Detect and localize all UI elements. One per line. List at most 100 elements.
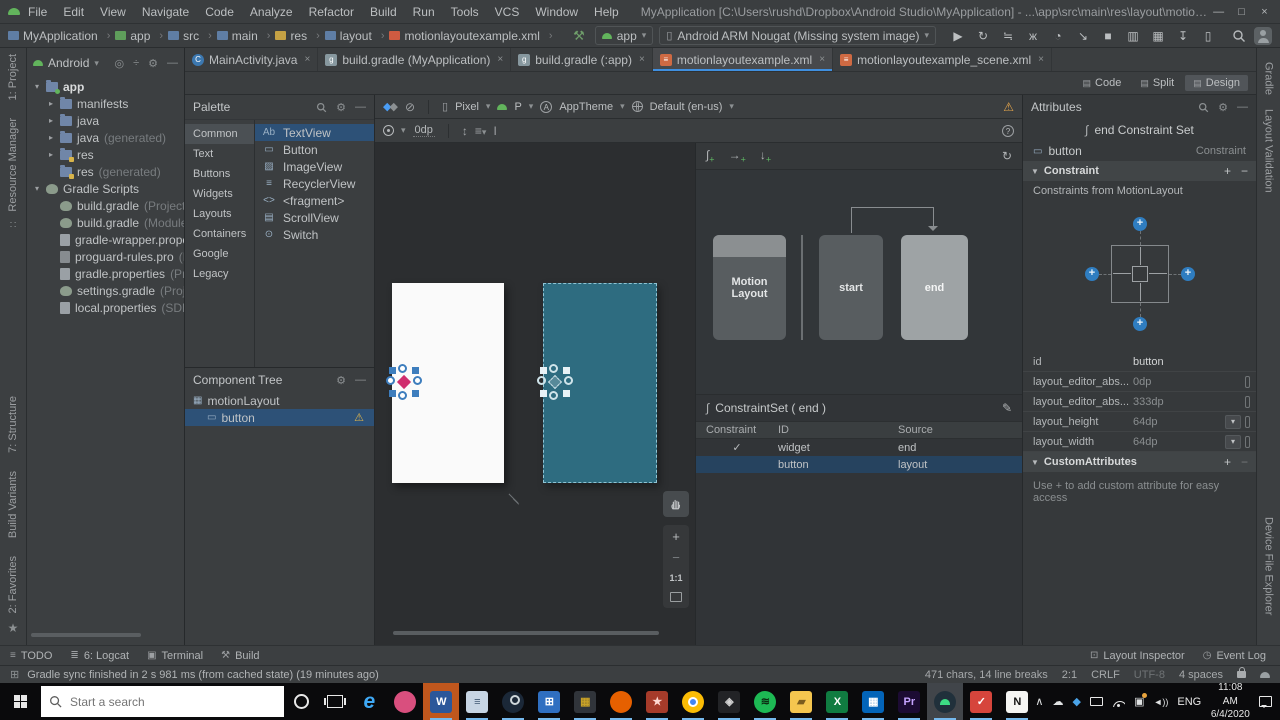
menu-item[interactable]: Code: [197, 5, 242, 19]
firefox-icon[interactable]: [603, 683, 639, 720]
menu-item[interactable]: VCS: [487, 5, 528, 19]
project-tree-item[interactable]: build.gradle (Project: MyApplication): [27, 197, 184, 214]
tool-window-button[interactable]: ◷ Event Log: [1203, 650, 1266, 662]
word-icon[interactable]: W: [423, 683, 460, 720]
project-tree-item[interactable]: ▾ Gradle Scripts: [27, 180, 184, 197]
project-tree-item[interactable]: settings.gradle (Project Settings): [27, 282, 184, 299]
tool-window-button[interactable]: 2: Favorites: [7, 556, 19, 613]
apply-changes-icon[interactable]: ↻: [975, 29, 991, 43]
project-tree-item[interactable]: ▸ manifests: [27, 95, 184, 112]
calculator-icon[interactable]: ⊞: [531, 683, 567, 720]
pick-resource-icon[interactable]: [1245, 415, 1250, 428]
pack-icon[interactable]: I: [493, 124, 496, 138]
search-everywhere-icon[interactable]: [1232, 29, 1246, 43]
palette-category[interactable]: Common: [185, 124, 254, 144]
project-tree-item[interactable]: res (generated): [27, 163, 184, 180]
expand-arrow-icon[interactable]: ▸: [49, 150, 60, 159]
user-avatar[interactable]: [1254, 26, 1272, 45]
minimize-button[interactable]: —: [1207, 6, 1230, 18]
project-tree-item[interactable]: gradle.properties (Project Properties): [27, 265, 184, 282]
attribute-value[interactable]: 64dp: [1133, 416, 1225, 428]
avd-manager-icon[interactable]: ▦: [1150, 29, 1166, 43]
selected-button-widget[interactable]: [386, 364, 422, 400]
create-click-handler-button[interactable]: ↓+: [760, 148, 771, 164]
tool-window-button[interactable]: 1: Project: [7, 54, 19, 100]
remove-custom-attribute-icon[interactable]: −: [1241, 455, 1248, 469]
notion-icon[interactable]: N: [999, 683, 1035, 720]
layout_width-icon[interactable]: layout_width 64dp ▾: [1023, 432, 1256, 452]
project-tree-item[interactable]: build.gradle (Module: app): [27, 214, 184, 231]
palette-item[interactable]: ≡ RecyclerView: [255, 175, 374, 192]
taskbar-clock[interactable]: 11:08 AM 6/4/2020: [1210, 681, 1250, 720]
attribute-value[interactable]: button: [1133, 356, 1225, 368]
palette-category[interactable]: Legacy: [185, 264, 254, 284]
project-tree-item[interactable]: local.properties (SDK Location): [27, 299, 184, 316]
dropbox-icon[interactable]: ◆: [1072, 695, 1080, 708]
gear-icon[interactable]: ⚙: [336, 374, 346, 387]
steam-icon[interactable]: [495, 683, 531, 720]
tool-window-button[interactable]: Build Variants: [7, 471, 19, 538]
tool-window-button[interactable]: ≡ TODO: [10, 650, 52, 662]
warning-icon[interactable]: ⚠: [1003, 100, 1014, 114]
warning-icon[interactable]: ⚠: [354, 411, 364, 424]
menu-item[interactable]: Window: [527, 5, 586, 19]
palette-item[interactable]: ⊙ Switch: [255, 226, 374, 243]
layout_height-icon[interactable]: layout_height 64dp ▾: [1023, 412, 1256, 432]
add-top-constraint-icon[interactable]: +: [1133, 217, 1147, 231]
build-hammer-icon[interactable]: ⚒: [573, 28, 585, 44]
menu-item[interactable]: Edit: [55, 5, 92, 19]
device-menu[interactable]: Pixel: [455, 101, 479, 113]
run-config-selector[interactable]: app ▾: [594, 26, 654, 45]
breadcrumb-item[interactable]: src ›: [168, 29, 217, 43]
palette-category[interactable]: Containers: [185, 224, 254, 244]
constraint-set-card[interactable]: end: [901, 235, 968, 340]
dropdown-icon[interactable]: ▾: [1225, 434, 1241, 449]
project-tree-item[interactable]: ▾ app: [27, 78, 184, 95]
guidelines-icon[interactable]: ↕: [462, 124, 468, 138]
chrome-icon[interactable]: [675, 683, 711, 720]
project-tree-item[interactable]: ▸ res: [27, 146, 184, 163]
action-center-icon[interactable]: [1259, 696, 1273, 708]
design-canvas[interactable]: + − 1:1: [375, 143, 695, 645]
sdk-manager-icon[interactable]: ↧: [1175, 29, 1191, 43]
video-editor-icon[interactable]: ▦: [567, 683, 603, 720]
editor-mode-button[interactable]: ▤ Split: [1132, 75, 1182, 91]
pick-resource-icon[interactable]: [1245, 395, 1250, 408]
menu-item[interactable]: Help: [586, 5, 627, 19]
calendar-icon[interactable]: ▦: [855, 683, 891, 720]
attach-debugger-icon[interactable]: ↘: [1075, 29, 1091, 43]
onedrive-icon[interactable]: ☁: [1052, 695, 1063, 708]
cortana-button[interactable]: [284, 683, 318, 720]
menu-item[interactable]: Navigate: [134, 5, 197, 19]
project-tree-item[interactable]: gradle-wrapper.properties: [27, 231, 184, 248]
expand-arrow-icon[interactable]: ▸: [49, 116, 60, 125]
layout_editor_abs...-icon[interactable]: layout_editor_abs... 0dp ▾: [1023, 372, 1256, 392]
editor-tab[interactable]: g build.gradle (:app) ×: [511, 48, 653, 71]
remove-constraint-icon[interactable]: −: [1241, 164, 1248, 178]
palette-category[interactable]: Google: [185, 244, 254, 264]
editor-tab[interactable]: C MainActivity.java ×: [185, 48, 319, 71]
create-transition-button[interactable]: →+: [729, 148, 746, 164]
device-tray-icon[interactable]: [1089, 697, 1103, 706]
bookmarks-icon[interactable]: ∷: [0, 220, 26, 231]
breadcrumb-item[interactable]: main ›: [216, 29, 276, 43]
editor-tab[interactable]: g build.gradle (MyApplication) ×: [318, 48, 512, 71]
task-view-button[interactable]: [318, 683, 352, 720]
add-bottom-constraint-icon[interactable]: +: [1133, 317, 1147, 331]
unity-icon[interactable]: ◈: [711, 683, 747, 720]
status-widget[interactable]: 471 chars, 14 line breaks: [925, 669, 1048, 681]
tray-expand-icon[interactable]: ∧: [1035, 695, 1043, 708]
api-level-menu[interactable]: P: [514, 101, 521, 113]
status-widget[interactable]: 4 spaces: [1179, 669, 1223, 681]
device-file-explorer-icon[interactable]: ▯: [1200, 29, 1216, 43]
tool-window-button[interactable]: Resource Manager: [7, 118, 19, 212]
hide-panel-icon[interactable]: —: [355, 101, 366, 113]
palette-item[interactable]: <> <fragment>: [255, 192, 374, 209]
tool-window-button[interactable]: ⊡ Layout Inspector: [1090, 650, 1185, 662]
hide-panel-icon[interactable]: —: [355, 374, 366, 386]
pick-resource-icon[interactable]: [1245, 375, 1250, 388]
taskbar-search[interactable]: [40, 686, 285, 717]
wunderlist-icon[interactable]: ★: [639, 683, 675, 720]
selected-button-widget-blueprint[interactable]: [537, 364, 573, 400]
tool-window-button[interactable]: ▣ Terminal: [147, 650, 203, 662]
